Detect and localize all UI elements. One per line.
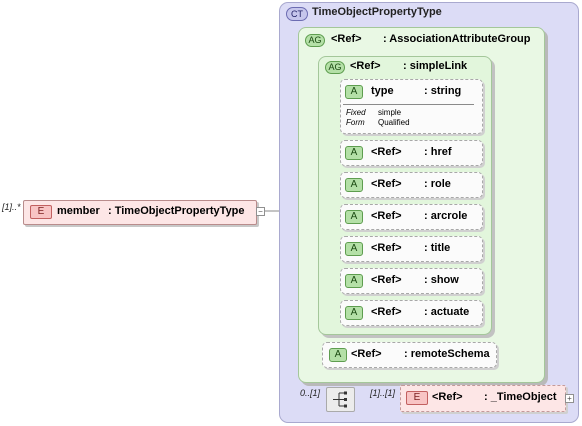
attribute-name: : href [424, 146, 452, 158]
attribute-ref: <Ref> [371, 242, 402, 254]
attribute-badge: A [345, 274, 363, 288]
attribute-badge: A [345, 146, 363, 160]
sequence-cardinality: 0..[1] [300, 388, 321, 398]
attribute-badge: A [345, 242, 363, 256]
attribute-badge: A [345, 178, 363, 192]
element-badge: E [30, 205, 52, 219]
attribute-name: : role [424, 178, 451, 190]
attribute-ref: <Ref> [371, 210, 402, 222]
fixed-label: Fixed [346, 108, 366, 117]
remote-schema-name: : remoteSchema [404, 348, 490, 360]
simple-link-name: : simpleLink [403, 60, 468, 72]
complex-type-badge: CT [286, 7, 308, 21]
type-attribute-divider [343, 104, 474, 105]
element-badge: E [406, 391, 428, 405]
association-group-name: : AssociationAttributeGroup [383, 33, 531, 45]
time-object-name: : _TimeObject [484, 391, 557, 403]
member-cardinality: [1]..* [2, 202, 21, 212]
attribute-group-badge: AG [305, 34, 325, 47]
attribute-ref: <Ref> [371, 306, 402, 318]
time-object-cardinality: [1]..[1] [370, 388, 396, 398]
type-attribute-name: type [371, 85, 394, 97]
type-attribute-type: : string [424, 85, 462, 97]
attribute-ref: <Ref> [371, 178, 402, 190]
attribute-badge: A [345, 210, 363, 224]
attribute-name: : arcrole [424, 210, 468, 222]
simple-link-badge: AG [325, 61, 345, 74]
remote-schema-ref: <Ref> [351, 348, 382, 360]
complex-type-title: TimeObjectPropertyType [312, 6, 442, 18]
expand-icon[interactable]: + [565, 394, 574, 403]
time-object-ref: <Ref> [432, 391, 463, 403]
type-attribute-badge: A [345, 85, 363, 99]
member-name: member [57, 205, 100, 217]
attribute-ref: <Ref> [371, 274, 402, 286]
attribute-ref: <Ref> [371, 146, 402, 158]
association-group-ref: <Ref> [331, 33, 362, 45]
form-label: Form [346, 118, 365, 127]
sequence-icon [333, 391, 347, 408]
simple-link-ref: <Ref> [350, 60, 381, 72]
attribute-name: : title [424, 242, 451, 254]
collapse-icon[interactable]: − [256, 207, 265, 216]
attribute-name: : actuate [424, 306, 470, 318]
attribute-name: : show [424, 274, 459, 286]
sequence-compositor[interactable] [326, 387, 355, 412]
attribute-badge: A [345, 306, 363, 320]
remote-schema-badge: A [329, 348, 347, 362]
form-value: Qualified [378, 118, 410, 127]
member-type: : TimeObjectPropertyType [108, 205, 245, 217]
fixed-value: simple [378, 108, 402, 117]
